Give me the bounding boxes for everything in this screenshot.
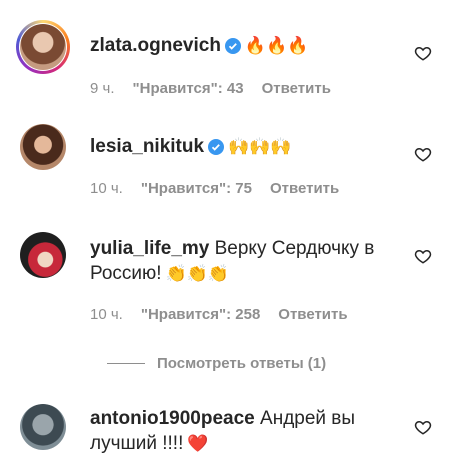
heart-outline-icon[interactable]	[414, 44, 432, 62]
comment-meta: 9 ч. "Нравится": 43 Ответить	[90, 80, 349, 97]
username[interactable]: zlata.ognevich	[90, 35, 221, 56]
view-replies-label: Посмотреть ответы (1)	[157, 355, 327, 372]
avatar-zlata[interactable]	[20, 24, 66, 70]
comment-text: zlata.ognevich 🔥🔥🔥	[90, 33, 402, 58]
avatar-antonio[interactable]	[20, 404, 66, 450]
likes-count[interactable]: "Нравится": 258	[141, 306, 260, 323]
comment-emoji: 🙌🙌🙌	[228, 137, 292, 156]
comment-emoji: 🔥🔥🔥	[244, 36, 309, 55]
view-replies-button[interactable]: Посмотреть ответы (1)	[107, 355, 326, 372]
comment-emoji: ❤️	[187, 434, 209, 453]
heart-outline-icon[interactable]	[414, 145, 432, 163]
username[interactable]: antonio1900peace	[90, 408, 255, 429]
comment-meta: 10 ч. "Нравится": 75 Ответить	[90, 180, 357, 197]
timestamp[interactable]: 10 ч.	[90, 180, 123, 197]
verified-badge-icon	[208, 139, 225, 155]
likes-count[interactable]: "Нравится": 43	[133, 80, 244, 97]
reply-button[interactable]: Ответить	[270, 180, 339, 197]
reply-button[interactable]: Ответить	[262, 80, 331, 97]
comment-meta: 10 ч. "Нравится": 258 Ответить	[90, 306, 366, 323]
likes-count[interactable]: "Нравится": 75	[141, 180, 252, 197]
username[interactable]: lesia_nikituk	[90, 136, 204, 157]
heart-outline-icon[interactable]	[414, 418, 432, 436]
avatar-yulia[interactable]	[20, 232, 66, 278]
heart-outline-icon[interactable]	[414, 247, 432, 265]
story-ring[interactable]	[16, 20, 70, 74]
replies-divider	[107, 363, 145, 364]
username[interactable]: yulia_life_my	[90, 238, 209, 259]
comment-text: antonio1900peace Андрей вы лучший !!!! ❤️	[90, 406, 402, 456]
timestamp[interactable]: 9 ч.	[90, 80, 115, 97]
comment-text: yulia_life_my Верку Сердючку в Россию! 👏👏…	[90, 236, 402, 286]
timestamp[interactable]: 10 ч.	[90, 306, 123, 323]
avatar-lesia[interactable]	[20, 124, 66, 170]
verified-badge-icon	[224, 38, 241, 54]
comment-emoji: 👏👏👏	[165, 264, 230, 283]
reply-button[interactable]: Ответить	[278, 306, 347, 323]
comment-text: lesia_nikituk 🙌🙌🙌	[90, 134, 402, 159]
